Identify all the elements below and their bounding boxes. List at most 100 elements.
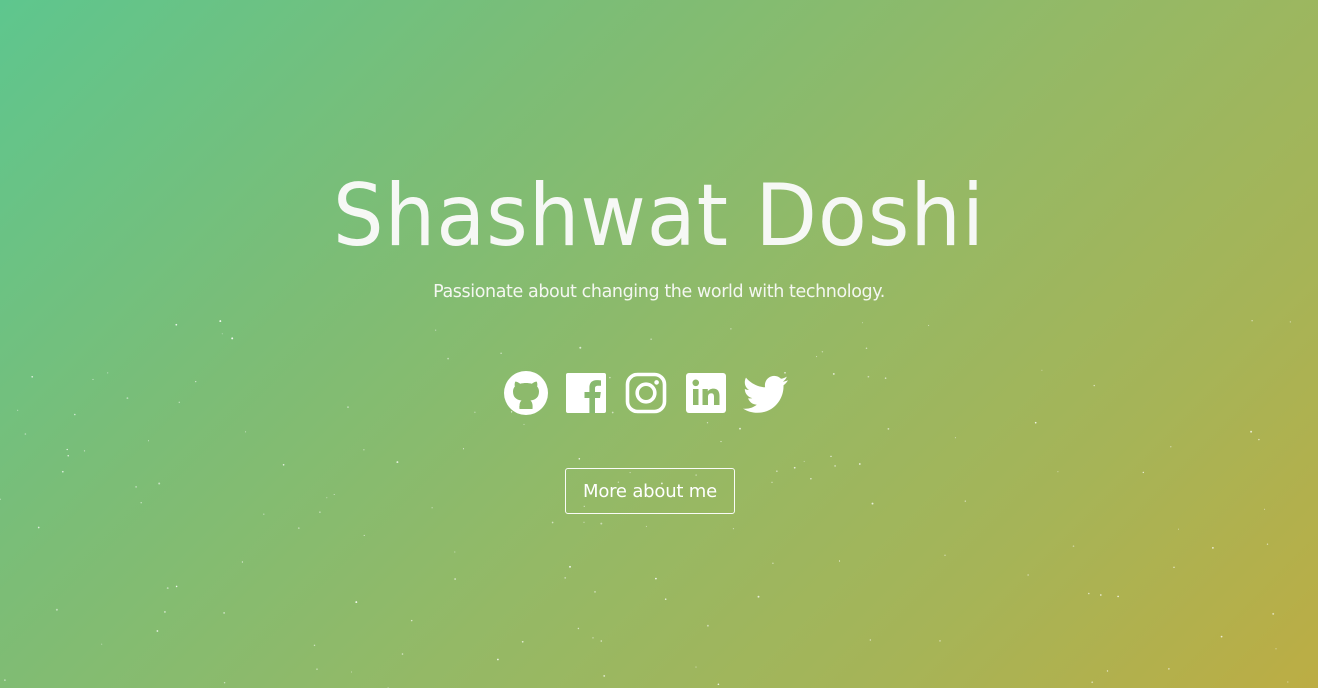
- star-particle: [163, 610, 166, 613]
- star-particle: [363, 534, 365, 536]
- star-particle: [871, 502, 874, 505]
- star-particle: [24, 433, 27, 435]
- star-particle: [66, 448, 68, 451]
- star-particle: [771, 481, 773, 483]
- star-particle: [1212, 547, 1214, 549]
- star-particle: [816, 356, 818, 358]
- social-links: [502, 369, 790, 417]
- star-particle: [223, 681, 226, 684]
- star-particle: [396, 461, 399, 464]
- star-particles: [0, 320, 1291, 688]
- star-particle: [867, 375, 870, 378]
- star-particle: [107, 372, 109, 374]
- star-particle: [1117, 595, 1119, 598]
- star-particle: [4, 679, 6, 681]
- star-particle: [31, 375, 34, 378]
- star-particle: [1250, 430, 1253, 433]
- star-particle: [858, 463, 861, 465]
- star-particle: [454, 578, 456, 580]
- star-particle: [347, 406, 349, 408]
- star-particle: [92, 378, 94, 380]
- star-particle: [717, 683, 720, 686]
- star-particle: [655, 577, 657, 580]
- star-particle: [1272, 612, 1275, 615]
- star-particle: [695, 666, 697, 668]
- star-particle: [739, 427, 741, 430]
- star-particle: [316, 668, 318, 670]
- star-particle: [803, 460, 805, 462]
- star-particle: [650, 338, 652, 340]
- star-particle: [600, 522, 603, 525]
- star-particle: [1142, 471, 1144, 474]
- star-particle: [583, 521, 585, 523]
- star-particle: [865, 347, 868, 349]
- star-particle: [355, 601, 358, 604]
- more-about-me-button[interactable]: More about me: [565, 468, 735, 514]
- linkedin-link[interactable]: [682, 369, 730, 417]
- star-particle: [564, 577, 567, 579]
- star-particle: [245, 431, 247, 433]
- star-particle: [569, 565, 571, 568]
- star-particle: [776, 470, 778, 472]
- star-particle: [1220, 635, 1223, 638]
- star-particle: [521, 640, 524, 643]
- instagram-icon: [625, 372, 667, 414]
- star-particle: [1264, 508, 1266, 510]
- star-particle: [231, 337, 234, 340]
- star-particle: [551, 521, 554, 524]
- star-particle: [793, 466, 796, 469]
- star-particle: [928, 324, 930, 326]
- star-particle: [939, 640, 941, 642]
- star-particle: [500, 352, 502, 355]
- star-particle: [223, 612, 225, 614]
- star-particle: [263, 513, 265, 515]
- star-particle: [166, 587, 169, 590]
- star-particle: [175, 585, 178, 588]
- star-particle: [83, 450, 86, 452]
- star-particle: [1173, 566, 1175, 568]
- star-particle: [1106, 670, 1109, 672]
- star-particle: [1251, 320, 1253, 322]
- instagram-link[interactable]: [622, 369, 670, 417]
- star-particle: [664, 598, 667, 600]
- star-particle: [410, 619, 413, 622]
- star-particle: [578, 458, 581, 460]
- star-particle: [1091, 681, 1094, 684]
- star-particle: [241, 561, 244, 563]
- star-particle: [1072, 545, 1075, 547]
- star-particle: [1177, 528, 1180, 530]
- github-link[interactable]: [502, 369, 550, 417]
- star-particle: [219, 320, 222, 323]
- star-particle: [431, 507, 433, 509]
- facebook-link[interactable]: [562, 369, 610, 417]
- star-particle: [326, 497, 328, 499]
- hero-section: Shashwat Doshi Passionate about changing…: [0, 0, 1318, 688]
- star-particle: [810, 478, 812, 480]
- star-particle: [37, 526, 40, 529]
- star-particle: [838, 560, 841, 562]
- star-particle: [732, 528, 734, 530]
- linkedin-icon: [686, 373, 726, 413]
- star-particle: [140, 501, 142, 504]
- star-particle: [821, 351, 824, 353]
- star-particle: [645, 525, 647, 527]
- star-particle: [333, 493, 335, 496]
- star-particle: [706, 422, 709, 424]
- star-particle: [757, 595, 760, 598]
- star-particle: [282, 463, 285, 466]
- github-icon: [504, 371, 548, 415]
- star-particle: [351, 671, 352, 673]
- star-particle: [0, 498, 1, 501]
- star-particle: [74, 413, 76, 416]
- star-particle: [964, 500, 966, 502]
- star-particle: [497, 658, 499, 661]
- facebook-icon: [566, 373, 606, 413]
- twitter-icon: [743, 375, 788, 413]
- star-particle: [579, 346, 582, 349]
- twitter-link[interactable]: [742, 369, 790, 417]
- star-particle: [1275, 648, 1277, 650]
- star-particle: [830, 455, 832, 458]
- star-particle: [887, 428, 890, 430]
- star-particle: [1093, 384, 1095, 387]
- star-particle: [772, 562, 774, 564]
